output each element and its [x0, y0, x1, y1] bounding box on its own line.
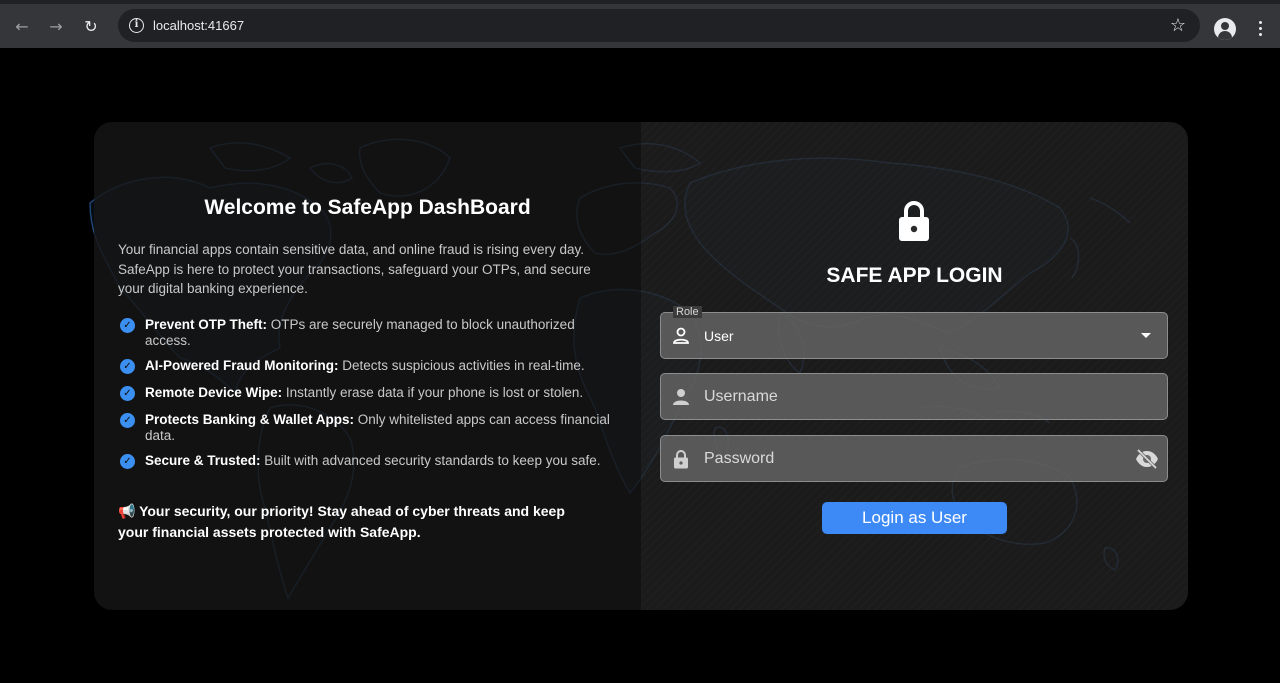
username-field[interactable]: Username [660, 373, 1168, 420]
intro-paragraph: Your financial apps contain sensitive da… [118, 242, 591, 296]
role-value: User [704, 328, 734, 344]
page-background: Welcome to SafeApp DashBoard Your financ… [0, 48, 1280, 683]
info-icon[interactable]: i [129, 18, 144, 33]
lock-icon [899, 201, 929, 241]
browser-toolbar: ← → ↻ i localhost:41667 ☆ [0, 0, 1280, 48]
password-field[interactable]: Password [660, 435, 1168, 482]
info-panel: Welcome to SafeApp DashBoard Your financ… [94, 122, 641, 610]
welcome-title: Welcome to SafeApp DashBoard [204, 196, 531, 219]
feature-item: ✓ Prevent OTP Theft: OTPs are securely m… [120, 317, 610, 349]
forward-icon[interactable]: → [44, 14, 68, 38]
star-icon[interactable]: ☆ [1170, 15, 1186, 36]
feature-text: Detects suspicious activities in real-ti… [338, 358, 585, 373]
dashboard-card: Welcome to SafeApp DashBoard Your financ… [94, 122, 1188, 610]
role-select[interactable]: Role User [660, 306, 1168, 359]
tagline-text: Your security, our priority! Stay ahead … [118, 503, 565, 540]
login-button[interactable]: Login as User [822, 502, 1007, 534]
chevron-down-icon[interactable] [1141, 333, 1151, 338]
eye-off-icon[interactable] [1135, 448, 1159, 470]
address-bar[interactable]: i localhost:41667 ☆ [118, 9, 1200, 42]
feature-title: AI-Powered Fraud Monitoring: [145, 358, 339, 373]
check-circle-icon: ✓ [120, 318, 135, 333]
feature-item: ✓ Protects Banking & Wallet Apps: Only w… [120, 412, 610, 444]
feature-text: Instantly erase data if your phone is lo… [282, 385, 584, 400]
padlock-icon [674, 450, 688, 469]
password-input[interactable]: Password [704, 450, 774, 468]
tagline: 📢 Your security, our priority! Stay ahea… [118, 502, 598, 542]
menu-icon[interactable] [1252, 17, 1268, 39]
login-title: SAFE APP LOGIN [826, 264, 1003, 287]
feature-title: Protects Banking & Wallet Apps: [145, 412, 355, 427]
url-text[interactable]: localhost:41667 [153, 18, 244, 33]
feature-item: ✓ AI-Powered Fraud Monitoring: Detects s… [120, 358, 610, 374]
feature-item: ✓ Remote Device Wipe: Instantly erase da… [120, 385, 610, 401]
feature-item: ✓ Secure & Trusted: Built with advanced … [120, 453, 610, 469]
check-circle-icon: ✓ [120, 386, 135, 401]
megaphone-icon: 📢 [118, 504, 136, 520]
login-panel: SAFE APP LOGIN Role User Username Passwo… [641, 122, 1188, 610]
feature-title: Prevent OTP Theft: [145, 317, 268, 332]
feature-text: Built with advanced security standards t… [260, 453, 601, 468]
check-circle-icon: ✓ [120, 359, 135, 374]
feature-title: Remote Device Wipe: [145, 385, 283, 400]
person-icon [673, 389, 689, 405]
person-outline-icon [673, 327, 689, 344]
back-icon[interactable]: ← [10, 14, 34, 38]
reload-icon[interactable]: ↻ [79, 14, 103, 38]
role-label: Role [673, 306, 702, 318]
profile-icon[interactable] [1214, 18, 1236, 40]
username-input[interactable]: Username [704, 388, 778, 406]
check-circle-icon: ✓ [120, 413, 135, 428]
feature-list: ✓ Prevent OTP Theft: OTPs are securely m… [120, 317, 610, 469]
feature-title: Secure & Trusted: [145, 453, 261, 468]
check-circle-icon: ✓ [120, 454, 135, 469]
